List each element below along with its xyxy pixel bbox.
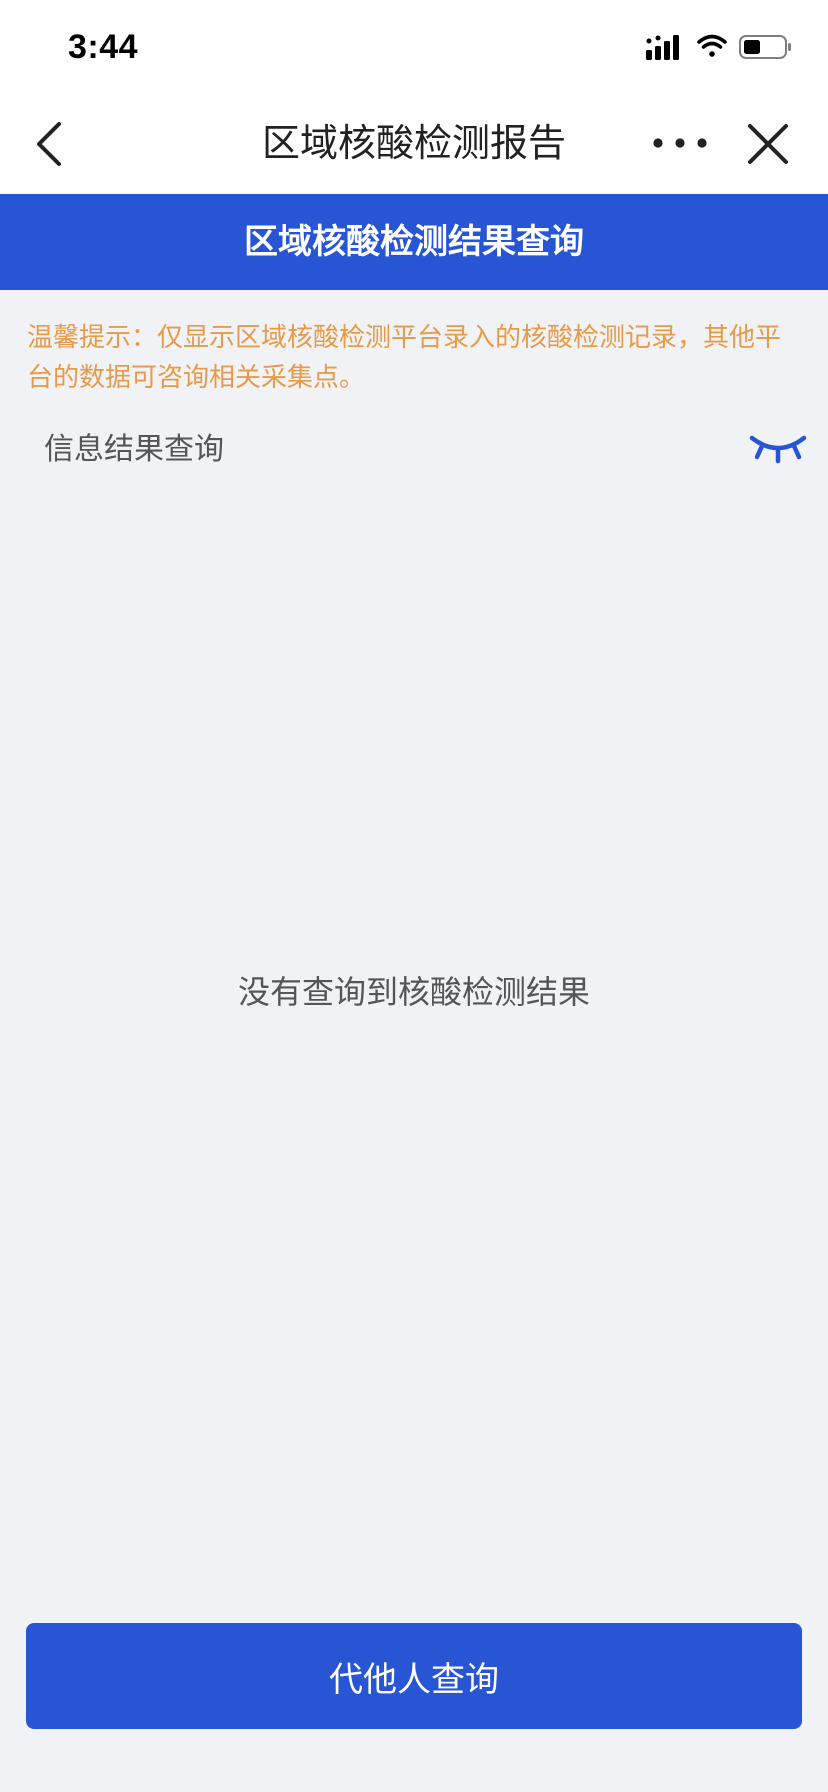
wifi-icon	[697, 34, 727, 57]
empty-state-message: 没有查询到核酸检测结果	[237, 973, 590, 1011]
page-title: 区域核酸检测报告	[261, 121, 566, 165]
status-icons	[646, 34, 791, 60]
eye-closed-icon[interactable]	[748, 428, 808, 468]
query-header: 区域核酸检测结果查询	[0, 194, 828, 290]
query-for-others-button[interactable]: 代他人查询	[26, 1623, 802, 1729]
section-label: 信息结果查询	[44, 432, 224, 467]
battery-icon	[739, 35, 791, 59]
status-time: 3:44	[68, 28, 139, 66]
status-bar: 3:44	[0, 0, 828, 96]
more-icon[interactable]	[650, 118, 710, 168]
close-icon[interactable]	[736, 112, 800, 176]
nav-bar: 区域核酸检测报告	[0, 96, 828, 194]
signal-icon	[646, 35, 679, 60]
back-icon[interactable]	[26, 112, 90, 176]
tip-text: 温馨提示：仅显示区域核酸检测平台录入的核酸检测记录，其他平台的数据可咨询相关采集…	[27, 323, 782, 393]
